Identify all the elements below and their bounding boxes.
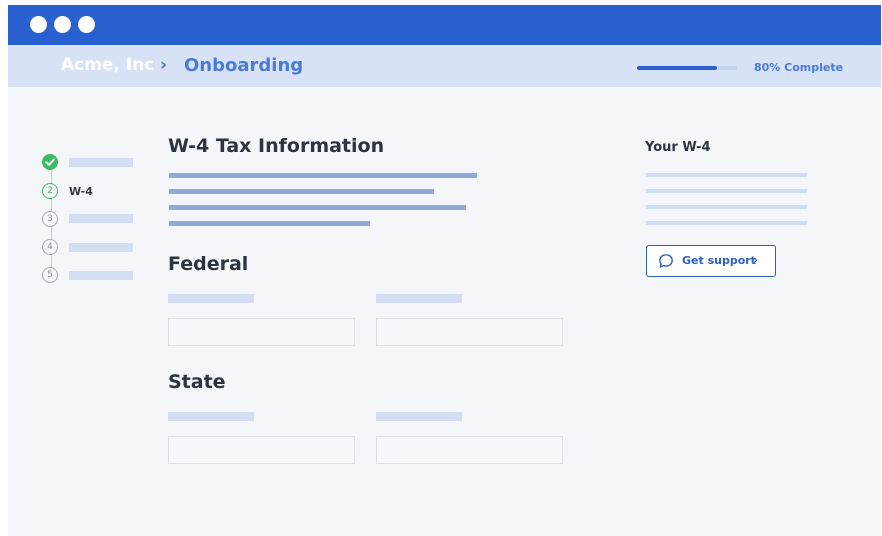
federal-field-1-label xyxy=(168,294,254,303)
state-field-1-label xyxy=(168,412,254,421)
federal-field-1-input[interactable] xyxy=(168,318,355,346)
app-window: Acme, Inc › Onboarding 80% Complete 2 W-… xyxy=(8,5,881,536)
federal-field-2-input[interactable] xyxy=(376,318,563,346)
description-line xyxy=(169,173,477,178)
side-panel-title: Your W-4 xyxy=(645,140,711,155)
state-field-2-input[interactable] xyxy=(376,436,563,464)
progress-bar xyxy=(637,66,737,70)
get-support-label: Get support xyxy=(682,254,756,267)
onboarding-stepper: 2 W-4 3 4 5 xyxy=(8,5,148,305)
state-field-2-label xyxy=(376,412,462,421)
description-line xyxy=(169,205,466,210)
federal-heading: Federal xyxy=(168,253,249,275)
step-2-current[interactable]: 2 xyxy=(42,183,58,199)
chevron-right-icon: › xyxy=(753,253,758,267)
side-panel-line xyxy=(646,205,807,209)
step-1-complete[interactable] xyxy=(42,154,58,170)
step-3[interactable]: 3 xyxy=(42,211,58,227)
description-line xyxy=(169,221,370,226)
step-4-label-placeholder xyxy=(69,243,133,252)
step-2-label[interactable]: W-4 xyxy=(69,185,93,198)
step-5[interactable]: 5 xyxy=(42,267,58,283)
progress-bar-fill xyxy=(637,66,717,70)
step-5-label-placeholder xyxy=(69,271,133,280)
breadcrumb-separator-icon: › xyxy=(160,55,168,75)
federal-field-2-label xyxy=(376,294,462,303)
step-4[interactable]: 4 xyxy=(42,239,58,255)
breadcrumb-current-page: Onboarding xyxy=(184,55,304,76)
state-heading: State xyxy=(168,371,226,393)
check-icon xyxy=(45,158,55,166)
description-line xyxy=(169,189,434,194)
side-panel-line xyxy=(646,189,807,193)
progress-label: 80% Complete xyxy=(754,61,844,74)
step-1-label-placeholder xyxy=(69,158,133,167)
state-field-1-input[interactable] xyxy=(168,436,355,464)
side-panel-line xyxy=(646,173,807,177)
page-title: W-4 Tax Information xyxy=(168,135,385,157)
get-support-button[interactable]: Get support › xyxy=(646,245,776,277)
side-panel-line xyxy=(646,221,807,225)
step-3-label-placeholder xyxy=(69,214,133,223)
chat-bubble-icon xyxy=(659,254,673,268)
